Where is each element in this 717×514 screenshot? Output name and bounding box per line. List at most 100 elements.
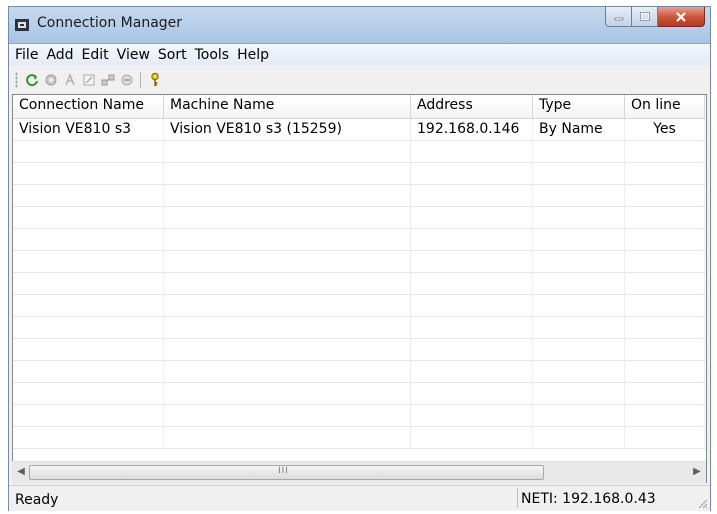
network-button[interactable] (98, 71, 117, 89)
status-text: Ready (15, 492, 59, 508)
empty-cell (13, 229, 164, 250)
refresh-icon (25, 74, 38, 87)
empty-row (13, 273, 706, 295)
empty-cell (411, 273, 533, 294)
empty-cell (164, 295, 411, 316)
horizontal-scrollbar[interactable]: ◀ III ▶ (12, 461, 706, 484)
toolbar-grip[interactable] (15, 72, 18, 88)
connection-manager-window: Connection Manager File Add Edit View So… (8, 6, 711, 511)
menu-edit[interactable]: Edit (80, 47, 115, 63)
column-header-type[interactable]: Type (533, 95, 625, 119)
empty-cell (625, 295, 705, 316)
scrollbar-thumb[interactable]: III (29, 465, 544, 480)
refresh-button[interactable] (22, 71, 41, 89)
empty-row (13, 427, 706, 449)
caption-buttons (605, 7, 705, 29)
add-connection-button[interactable] (41, 71, 60, 89)
empty-cell (13, 163, 164, 184)
empty-cell (411, 251, 533, 272)
toolbar-separator (140, 72, 141, 88)
status-panel-neti: NETI: 192.168.0.43 (517, 488, 697, 508)
empty-cell (164, 383, 411, 404)
column-header-address[interactable]: Address (411, 95, 533, 119)
empty-cell (13, 317, 164, 338)
empty-cell (625, 163, 705, 184)
minimize-icon (614, 17, 623, 20)
cell-address: 192.168.0.146 (411, 119, 533, 140)
menu-tools[interactable]: Tools (193, 47, 236, 63)
empty-row (13, 163, 706, 185)
list-rows: Vision VE810 s3 Vision VE810 s3 (15259) … (13, 119, 706, 449)
empty-cell (411, 405, 533, 426)
close-button[interactable] (658, 7, 705, 27)
empty-cell (164, 163, 411, 184)
column-header-online[interactable]: On line (625, 95, 705, 119)
maximize-icon (639, 12, 650, 21)
rename-icon (64, 73, 75, 86)
empty-cell (533, 317, 625, 338)
menu-sort[interactable]: Sort (156, 47, 193, 63)
empty-cell (625, 361, 705, 382)
delete-icon (121, 74, 132, 86)
delete-button[interactable] (117, 71, 136, 89)
empty-cell (625, 405, 705, 426)
list-header: Connection Name Machine Name Address Typ… (13, 95, 705, 119)
edit-icon (83, 74, 94, 86)
empty-cell (533, 141, 625, 162)
empty-cell (13, 185, 164, 206)
edit-button[interactable] (79, 71, 98, 89)
empty-row (13, 361, 706, 383)
key-icon (150, 72, 159, 86)
scroll-left-icon[interactable]: ◀ (14, 466, 28, 480)
empty-cell (411, 427, 533, 448)
empty-cell (625, 317, 705, 338)
empty-cell (13, 405, 164, 426)
scroll-right-icon[interactable]: ▶ (690, 466, 704, 480)
menu-bar: File Add Edit View Sort Tools Help (9, 44, 710, 66)
empty-cell (164, 427, 411, 448)
empty-cell (533, 229, 625, 250)
empty-cell (625, 427, 705, 448)
table-row[interactable]: Vision VE810 s3 Vision VE810 s3 (15259) … (13, 119, 706, 141)
empty-row (13, 295, 706, 317)
empty-cell (625, 273, 705, 294)
empty-cell (13, 427, 164, 448)
empty-cell (164, 317, 411, 338)
empty-cell (625, 141, 705, 162)
menu-view[interactable]: View (115, 47, 156, 63)
empty-cell (411, 141, 533, 162)
key-button[interactable] (145, 71, 164, 89)
resize-grip-icon[interactable] (696, 497, 708, 509)
column-header-machine-name[interactable]: Machine Name (164, 95, 411, 119)
close-icon (676, 11, 686, 22)
menu-help[interactable]: Help (235, 47, 275, 63)
empty-cell (533, 383, 625, 404)
empty-cell (13, 141, 164, 162)
empty-cell (411, 207, 533, 228)
empty-row (13, 339, 706, 361)
minimize-button[interactable] (605, 7, 632, 27)
window-title: Connection Manager (37, 15, 183, 31)
empty-row (13, 141, 706, 163)
maximize-button[interactable] (632, 7, 658, 27)
empty-cell (164, 185, 411, 206)
empty-cell (13, 251, 164, 272)
empty-cell (164, 229, 411, 250)
title-bar[interactable]: Connection Manager (9, 7, 710, 44)
menu-file[interactable]: File (13, 47, 44, 63)
empty-cell (164, 273, 411, 294)
network-icon (101, 74, 114, 86)
cell-machine-name: Vision VE810 s3 (15259) (164, 119, 411, 140)
column-header-connection-name[interactable]: Connection Name (13, 95, 164, 119)
empty-row (13, 229, 706, 251)
empty-cell (533, 251, 625, 272)
empty-cell (533, 207, 625, 228)
empty-cell (13, 383, 164, 404)
empty-cell (411, 295, 533, 316)
menu-add[interactable]: Add (44, 47, 79, 63)
empty-row (13, 405, 706, 427)
empty-cell (533, 185, 625, 206)
connection-list[interactable]: Connection Name Machine Name Address Typ… (12, 94, 707, 483)
rename-button[interactable] (60, 71, 79, 89)
empty-row (13, 207, 706, 229)
